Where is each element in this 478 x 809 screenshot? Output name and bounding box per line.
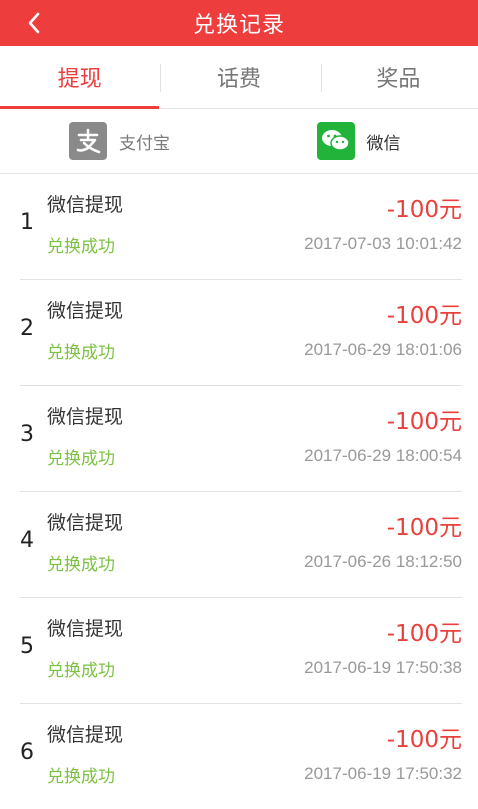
- record-status: 兑换成功: [47, 767, 115, 787]
- list-item[interactable]: 3 微信提现 兑换成功 -100元 2017-06-29 18:00:54: [20, 386, 462, 492]
- alipay-label: 支付宝: [119, 133, 170, 154]
- record-time: 2017-07-03 10:01:42: [304, 234, 462, 253]
- record-amount: -100元: [386, 621, 462, 647]
- record-status: 兑换成功: [47, 555, 115, 575]
- list-item[interactable]: 1 微信提现 兑换成功 -100元 2017-07-03 10:01:42: [20, 174, 462, 280]
- record-index: 6: [20, 740, 34, 765]
- record-status: 兑换成功: [47, 343, 115, 363]
- record-amount: -100元: [386, 197, 462, 223]
- list-item[interactable]: 5 微信提现 兑换成功 -100元 2017-06-19 17:50:38: [20, 598, 462, 704]
- tab-phone-credit[interactable]: 话费: [159, 46, 318, 108]
- record-time: 2017-06-29 18:01:06: [304, 340, 462, 359]
- payment-filter: 支付宝 微信: [0, 109, 478, 174]
- wechat-label: 微信: [366, 133, 401, 154]
- tab-prizes[interactable]: 奖品: [319, 46, 478, 108]
- alipay-icon: [69, 122, 107, 160]
- tab-bar: 提现 话费 奖品: [0, 46, 478, 109]
- record-name: 微信提现: [47, 618, 124, 640]
- record-name: 微信提现: [47, 512, 124, 534]
- record-status: 兑换成功: [47, 237, 115, 257]
- page-title: 兑换记录: [192, 13, 285, 38]
- top-bar: 兑换记录: [0, 0, 478, 46]
- record-time: 2017-06-26 18:12:50: [304, 552, 462, 571]
- tab-withdraw[interactable]: 提现: [0, 46, 160, 109]
- record-name: 微信提现: [47, 300, 124, 322]
- list-item[interactable]: 6 微信提现 兑换成功 -100元 2017-06-19 17:50:32: [20, 704, 462, 809]
- back-button[interactable]: [20, 9, 48, 37]
- record-time: 2017-06-19 17:50:32: [304, 764, 462, 783]
- alipay-option[interactable]: 支付宝: [0, 109, 239, 173]
- record-amount: -100元: [386, 727, 462, 753]
- record-index: 4: [20, 528, 34, 553]
- wechat-icon: [316, 122, 355, 160]
- record-time: 2017-06-19 17:50:38: [304, 658, 462, 677]
- tab-divider: [321, 64, 322, 92]
- record-list: 1 微信提现 兑换成功 -100元 2017-07-03 10:01:42 2 …: [0, 174, 478, 809]
- record-name: 微信提现: [47, 194, 124, 216]
- record-amount: -100元: [386, 409, 462, 435]
- record-status: 兑换成功: [47, 661, 115, 681]
- record-index: 2: [20, 316, 34, 341]
- chevron-left-icon: [28, 12, 40, 34]
- record-name: 微信提现: [47, 406, 124, 428]
- record-index: 3: [20, 422, 34, 447]
- record-amount: -100元: [386, 515, 462, 541]
- record-index: 5: [20, 634, 34, 659]
- record-amount: -100元: [386, 303, 462, 329]
- record-index: 1: [20, 210, 34, 235]
- list-item[interactable]: 4 微信提现 兑换成功 -100元 2017-06-26 18:12:50: [20, 492, 462, 598]
- wechat-option[interactable]: 微信: [239, 109, 478, 173]
- tab-divider: [160, 64, 161, 92]
- record-name: 微信提现: [47, 724, 124, 746]
- record-time: 2017-06-29 18:00:54: [304, 446, 462, 465]
- list-item[interactable]: 2 微信提现 兑换成功 -100元 2017-06-29 18:01:06: [20, 280, 462, 386]
- record-status: 兑换成功: [47, 449, 115, 469]
